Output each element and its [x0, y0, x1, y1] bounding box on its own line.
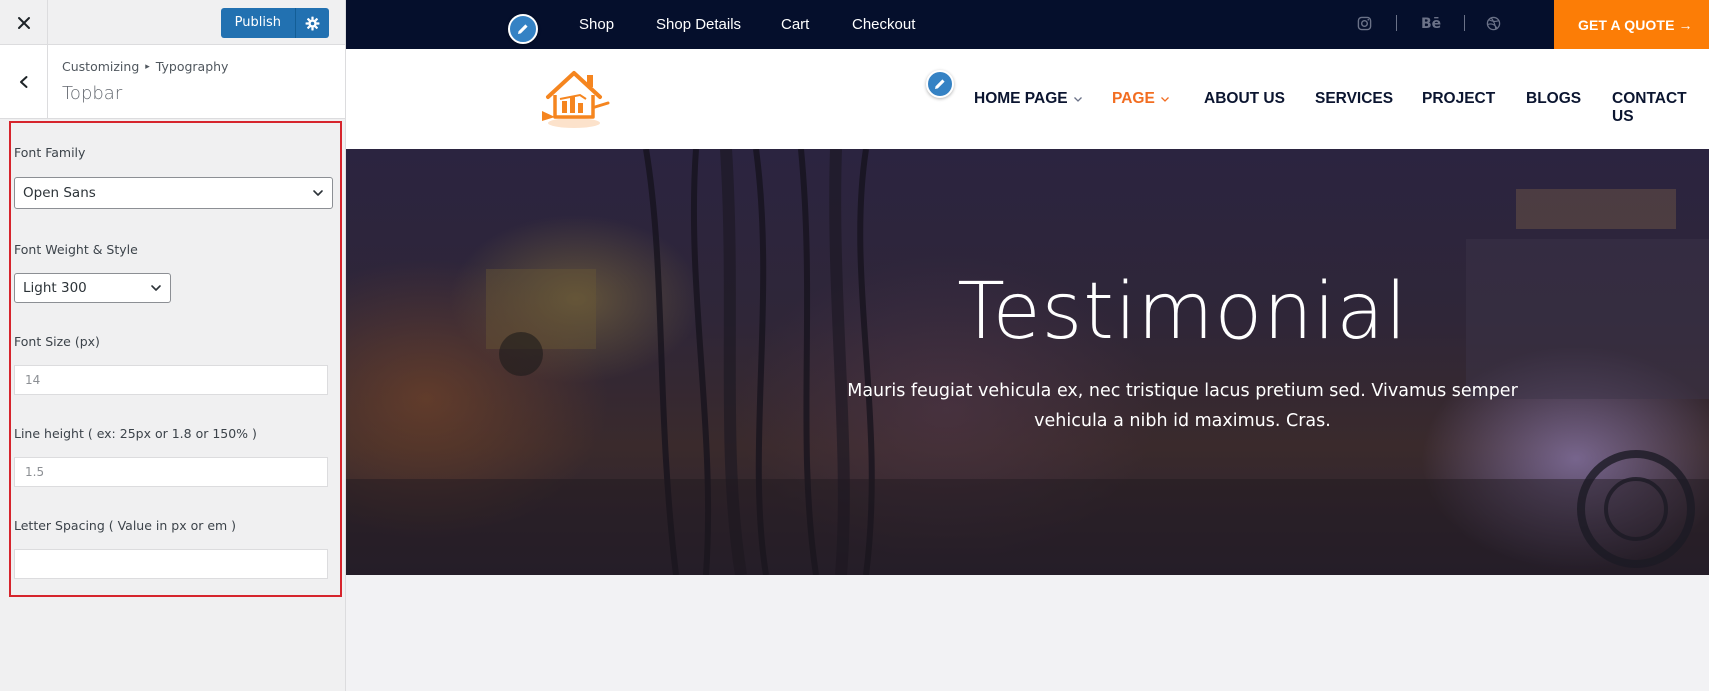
site-logo[interactable]: [538, 65, 614, 131]
pencil-icon: [935, 79, 945, 89]
font-weight-value: Light 300: [23, 280, 87, 296]
social-divider: [1464, 15, 1465, 31]
publish-settings-button[interactable]: [295, 8, 329, 38]
hero-description-line: Mauris feugiat vehicula ex, nec tristiqu…: [847, 381, 1518, 401]
hero-background-image: [346, 149, 1709, 575]
topbar-link-cart[interactable]: Cart: [781, 16, 809, 33]
typography-controls-highlight: Font Family Open Sans Font Weight & Styl…: [9, 121, 342, 597]
customizer-sidebar: Publish Customizing ▸ Typography Topbar …: [0, 0, 346, 691]
nav-item-label: PROJECT: [1422, 90, 1496, 107]
publish-button[interactable]: Publish: [220, 8, 295, 38]
back-button[interactable]: [0, 45, 48, 119]
section-header: Customizing ▸ Typography Topbar: [0, 45, 345, 119]
nav-item-project[interactable]: PROJECT: [1422, 90, 1495, 108]
nav-item-label: SERVICES: [1315, 90, 1394, 107]
chevron-down-icon: [1160, 97, 1169, 102]
close-customizer-button[interactable]: [0, 0, 48, 45]
chevron-down-icon: [151, 285, 161, 291]
font-size-label: Font Size (px): [14, 334, 100, 349]
section-title: Topbar: [62, 83, 123, 104]
get-a-quote-button[interactable]: GET A QUOTE →: [1554, 0, 1709, 49]
topbar-link-shop-details[interactable]: Shop Details: [656, 16, 741, 33]
nav-item-label: HOME PAGE: [974, 90, 1068, 107]
breadcrumb-separator: ▸: [145, 61, 150, 72]
nav-item-page[interactable]: PAGE: [1112, 90, 1170, 108]
letter-spacing-input[interactable]: [14, 549, 328, 579]
pencil-icon: [518, 24, 528, 34]
topbar-link-shop[interactable]: Shop: [579, 16, 614, 33]
site-navbar: HOME PAGE PAGE ABOUT US SERVICES PROJECT…: [346, 49, 1709, 149]
hero-banner: Testimonial Mauris feugiat vehicula ex, …: [346, 149, 1709, 575]
dribbble-icon[interactable]: [1486, 16, 1501, 31]
nav-item-label: CONTACT US: [1612, 90, 1687, 125]
font-weight-select[interactable]: Light 300: [14, 273, 171, 303]
font-family-value: Open Sans: [23, 185, 96, 201]
topbar-link-checkout[interactable]: Checkout: [852, 16, 915, 33]
nav-item-services[interactable]: SERVICES: [1315, 90, 1393, 108]
customizer-header: Publish: [0, 0, 345, 45]
instagram-icon[interactable]: [1357, 16, 1372, 31]
nav-item-home-page[interactable]: HOME PAGE: [974, 90, 1083, 108]
line-height-label: Line height ( ex: 25px or 1.8 or 150% ): [14, 426, 257, 441]
site-topbar: Shop Shop Details Cart Checkout Bē GET A…: [346, 0, 1709, 49]
close-icon: [17, 16, 30, 29]
chevron-left-icon: [19, 76, 27, 88]
nav-item-label: ABOUT US: [1204, 90, 1285, 107]
social-divider: [1396, 15, 1397, 31]
letter-spacing-label: Letter Spacing ( Value in px or em ): [14, 518, 237, 533]
edit-shortcut-nav[interactable]: [926, 70, 954, 98]
breadcrumb: Customizing ▸ Typography: [62, 59, 228, 74]
chevron-down-icon: [1073, 97, 1082, 102]
font-family-select[interactable]: Open Sans: [14, 177, 333, 209]
behance-icon[interactable]: Bē: [1421, 16, 1441, 32]
hero-description: Mauris feugiat vehicula ex, nec tristiqu…: [346, 376, 1709, 436]
breadcrumb-current: Typography: [155, 59, 229, 74]
hero-description-line: vehicula a nibh id maximus. Cras.: [1034, 411, 1331, 431]
nav-item-blogs[interactable]: BLOGS: [1526, 90, 1581, 108]
font-family-label: Font Family: [14, 145, 86, 160]
font-weight-label: Font Weight & Style: [14, 242, 138, 257]
edit-shortcut-topbar[interactable]: [508, 14, 538, 44]
nav-item-label: BLOGS: [1526, 90, 1582, 107]
nav-item-label: PAGE: [1112, 90, 1155, 107]
nav-item-about-us[interactable]: ABOUT US: [1204, 90, 1285, 108]
hero-title: Testimonial: [957, 267, 1408, 357]
publish-group: Publish: [220, 8, 329, 38]
breadcrumb-parent: Customizing: [62, 59, 140, 74]
line-height-input[interactable]: 1.5: [14, 457, 328, 487]
font-size-input[interactable]: 14: [14, 365, 328, 395]
chevron-down-icon: [313, 190, 323, 196]
nav-item-contact-us[interactable]: CONTACT US: [1612, 90, 1709, 126]
site-preview: Shop Shop Details Cart Checkout Bē GET A…: [346, 0, 1709, 691]
gear-icon: [305, 16, 320, 30]
